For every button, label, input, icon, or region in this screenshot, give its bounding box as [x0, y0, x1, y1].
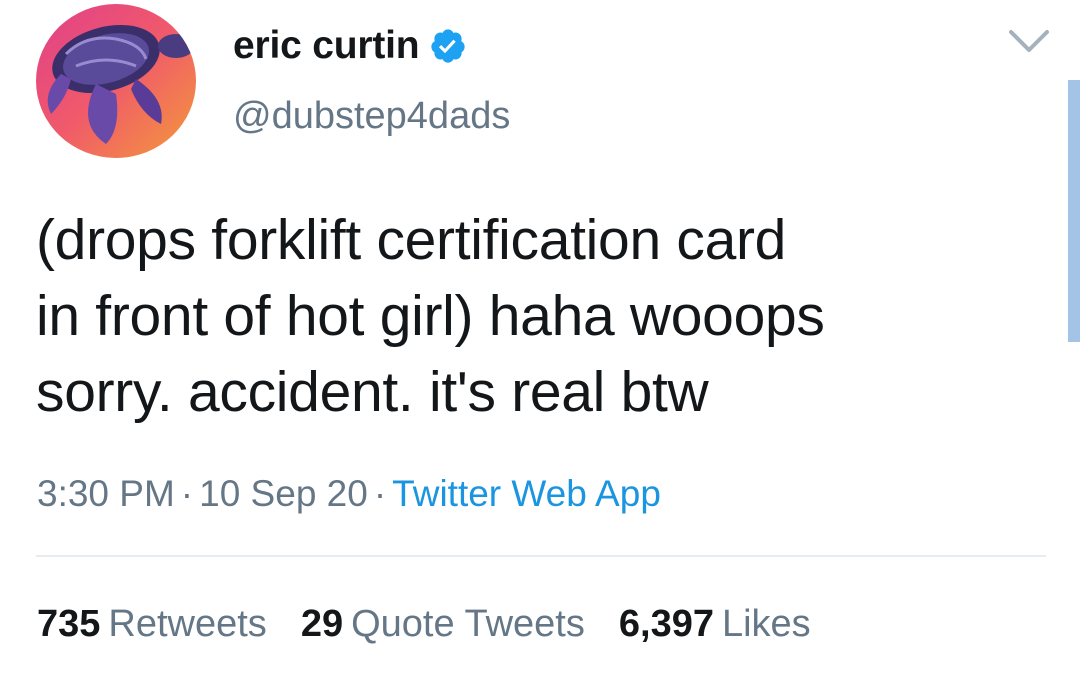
quote-tweets-label: Quote Tweets	[351, 603, 585, 645]
tweet-metadata: 3:30 PM · 10 Sep 20 · Twitter Web App	[37, 473, 661, 515]
avatar[interactable]	[36, 4, 196, 158]
quote-tweets-count: 29	[300, 603, 344, 645]
tweet-time[interactable]: 3:30 PM	[37, 473, 175, 514]
separator: ·	[180, 473, 194, 514]
likes-stat[interactable]: 6,397 Likes	[619, 603, 811, 646]
retweets-count: 735	[37, 603, 101, 645]
tweet-card: eric curtin @dubstep4dads (drops forklif…	[0, 0, 1080, 685]
author-name-row[interactable]: eric curtin	[233, 22, 467, 70]
sea-turtle-avatar-icon	[36, 4, 196, 158]
display-name[interactable]: eric curtin	[233, 24, 420, 68]
likes-count: 6,397	[618, 603, 714, 645]
tweet-date[interactable]: 10 Sep 20	[199, 473, 368, 514]
scrollbar[interactable]	[1068, 80, 1080, 342]
verified-badge-icon	[429, 27, 467, 65]
retweets-label: Retweets	[108, 603, 267, 645]
likes-label: Likes	[721, 603, 811, 645]
user-handle[interactable]: @dubstep4dads	[233, 95, 510, 138]
tweet-source-link[interactable]: Twitter Web App	[392, 473, 661, 514]
separator: ·	[373, 473, 387, 514]
divider	[36, 555, 1046, 557]
chevron-down-icon[interactable]	[1005, 26, 1053, 56]
tweet-text: (drops forklift certification card in fr…	[36, 208, 825, 424]
quote-tweets-stat[interactable]: 29 Quote Tweets	[301, 603, 585, 646]
retweets-stat[interactable]: 735 Retweets	[37, 603, 267, 646]
tweet-stats: 735 Retweets 29 Quote Tweets 6,397 Likes	[37, 603, 845, 646]
